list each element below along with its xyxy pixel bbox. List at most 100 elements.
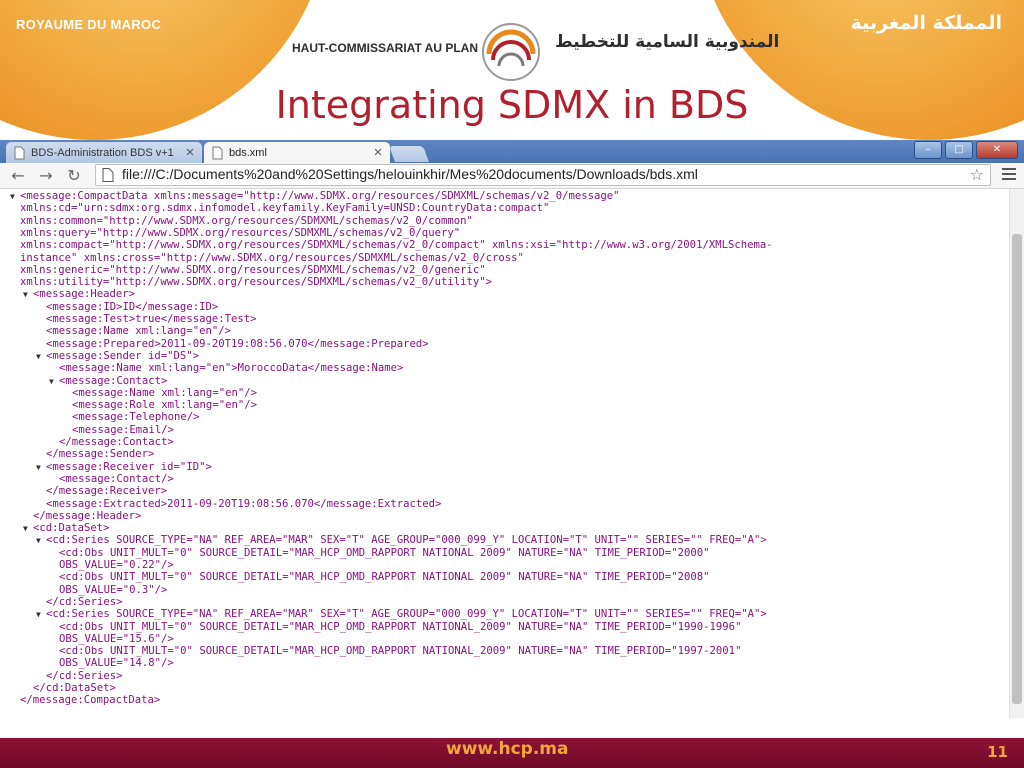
xml-text: OBS_VALUE="15.6"/> [59, 632, 174, 645]
xml-text: <message:Receiver id="ID"> [46, 460, 212, 473]
minimize-button[interactable]: – [914, 141, 942, 159]
xml-text: OBS_VALUE="14.8"/> [59, 657, 174, 670]
xml-text: </message:Sender> [46, 448, 155, 461]
address-url: file:///C:/Documents%20and%20Settings/he… [122, 166, 698, 182]
document-icon [212, 146, 223, 159]
xml-text: <cd:Series SOURCE_TYPE="NA" REF_AREA="MA… [46, 534, 767, 547]
page-number: 11 [987, 743, 1008, 761]
xml-line: OBS_VALUE="14.8"/> [49, 657, 174, 669]
collapse-toggle-icon[interactable]: ▼ [49, 376, 59, 388]
xml-line: ▼ <message:Receiver id="ID"> [36, 461, 212, 473]
xml-text: <message:Name xml:lang="en"/> [46, 325, 231, 338]
xml-line: ▼ <message:CompactData xmlns:message="htt… [10, 190, 620, 202]
xml-line: </message:Contact> [49, 436, 174, 448]
collapse-toggle-icon[interactable]: ▼ [10, 191, 20, 203]
xml-line: <cd:Obs UNIT_MULT="0" SOURCE_DETAIL="MAR… [49, 571, 710, 583]
xml-line: </cd:Series> [36, 670, 123, 682]
maximize-button[interactable]: □ [945, 141, 973, 159]
xml-line: ▼ <cd:Series SOURCE_TYPE="NA" REF_AREA="M… [36, 608, 767, 620]
tab-bar: BDS-Administration BDS v+1 ✕ bds.xml ✕ –… [0, 140, 1024, 163]
xml-text: OBS_VALUE="0.22"/> [59, 559, 174, 571]
xml-text: <cd:DataSet> [33, 522, 110, 535]
xml-line: instance" xmlns:cross="http://www.SDMX.o… [10, 252, 524, 264]
xml-line: </message:Receiver> [36, 485, 167, 497]
xml-text: </message:Header> [33, 509, 142, 522]
xml-text: </cd:DataSet> [33, 682, 116, 694]
xml-text: <message:Sender id="DS"> [46, 349, 200, 362]
collapse-toggle-icon[interactable]: ▼ [36, 535, 46, 547]
collapse-toggle-icon[interactable]: ▼ [36, 351, 46, 363]
xml-text: xmlns:cd="urn:sdmx:org.sdmx.infomodel.ke… [20, 202, 550, 215]
xml-line: </cd:Series> [36, 596, 123, 608]
back-button[interactable]: ← [8, 166, 28, 186]
xml-line: </cd:DataSet> [23, 682, 116, 694]
close-window-button[interactable]: ✕ [976, 141, 1018, 159]
xml-text: instance" xmlns:cross="http://www.SDMX.o… [20, 251, 524, 264]
xml-line: xmlns:generic="http://www.SDMX.org/resou… [10, 264, 486, 276]
xml-text: <message:Name xml:lang="en">MoroccoData<… [59, 362, 404, 375]
xml-line: <message:Telephone/> [62, 411, 200, 423]
xml-line: xmlns:compact="http://www.SDMX.org/resou… [10, 239, 773, 251]
hcp-name-french: HAUT-COMMISSARIAT AU PLAN [292, 41, 478, 55]
xml-line: ▼ <cd:DataSet> [23, 522, 110, 534]
vertical-scrollbar[interactable] [1009, 189, 1024, 718]
xml-line: <cd:Obs UNIT_MULT="0" SOURCE_DETAIL="MAR… [49, 547, 710, 559]
collapse-toggle-icon[interactable]: ▼ [23, 523, 33, 535]
xml-text: </message:Receiver> [46, 485, 168, 498]
xml-line: xmlns:cd="urn:sdmx:org.sdmx.infomodel.ke… [10, 202, 549, 214]
xml-line: </message:Header> [23, 510, 141, 522]
xml-text: <message:Contact> [59, 374, 168, 387]
collapse-toggle-icon[interactable]: ▼ [36, 609, 46, 621]
tab-close-icon[interactable]: ✕ [372, 146, 384, 159]
tab-bds-xml[interactable]: bds.xml ✕ [204, 142, 390, 163]
xml-text: </message:CompactData> [20, 694, 161, 707]
xml-text: xmlns:utility="http://www.SDMX.org/resou… [20, 276, 492, 289]
xml-line: <message:Name xml:lang="en">MoroccoData<… [49, 362, 403, 374]
collapse-toggle-icon[interactable]: ▼ [36, 462, 46, 474]
address-bar[interactable]: file:///C:/Documents%20and%20Settings/he… [95, 164, 991, 186]
xml-line: OBS_VALUE="15.6"/> [49, 633, 174, 645]
xml-text: <cd:Obs UNIT_MULT="0" SOURCE_DETAIL="MAR… [59, 571, 710, 584]
xml-line: ▼ <message:Contact> [49, 375, 167, 387]
browser-toolbar: ← → ↻ file:///C:/Documents%20and%20Setti… [0, 163, 1024, 189]
reload-button[interactable]: ↻ [64, 166, 84, 186]
menu-icon[interactable] [1002, 168, 1016, 182]
xml-text: <message:Extracted>2011-09-20T19:08:56.0… [46, 497, 442, 510]
xml-text: xmlns:compact="http://www.SDMX.org/resou… [20, 239, 773, 252]
tab-bds-administration[interactable]: BDS-Administration BDS v+1 ✕ [6, 142, 202, 163]
xml-text: <message:Role xml:lang="en"/> [72, 399, 257, 412]
slide-header: ROYAUME DU MAROC المملكة المغربية HAUT-C… [0, 0, 1024, 140]
xml-line: xmlns:query="http://www.SDMX.org/resourc… [10, 227, 460, 239]
xml-text: <message:Email/> [72, 423, 175, 436]
scrollbar-thumb[interactable] [1012, 234, 1022, 704]
xml-line: <cd:Obs UNIT_MULT="0" SOURCE_DETAIL="MAR… [49, 621, 741, 633]
xml-line: <message:Name xml:lang="en"/> [36, 325, 231, 337]
xml-text: <cd:Obs UNIT_MULT="0" SOURCE_DETAIL="MAR… [59, 546, 710, 559]
xml-line: <message:ID>ID</message:ID> [36, 301, 218, 313]
slide-footer: www.hcp.ma 11 [0, 738, 1024, 768]
browser-window: BDS-Administration BDS v+1 ✕ bds.xml ✕ –… [0, 140, 1024, 718]
xml-line: ▼ <message:Sender id="DS"> [36, 350, 199, 362]
xml-text: xmlns:query="http://www.SDMX.org/resourc… [20, 226, 461, 239]
forward-button[interactable]: → [36, 166, 56, 186]
xml-line: <cd:Obs UNIT_MULT="0" SOURCE_DETAIL="MAR… [49, 645, 741, 657]
hcp-logo-icon [482, 23, 540, 81]
xml-line: <message:Email/> [62, 424, 174, 436]
xml-text: OBS_VALUE="0.3"/> [59, 583, 168, 596]
slide-title: Integrating SDMX in BDS [275, 83, 749, 127]
xml-text: <message:CompactData xmlns:message="http… [20, 190, 620, 202]
xml-text: <message:Name xml:lang="en"/> [72, 386, 257, 399]
hcp-name-arabic: المندوبية السامية للتخطيط [555, 32, 780, 52]
tab-close-icon[interactable]: ✕ [184, 146, 196, 159]
xml-line: <message:Test>true</message:Test> [36, 313, 256, 325]
tab-label: bds.xml [229, 146, 267, 159]
xml-line: xmlns:utility="http://www.SDMX.org/resou… [10, 276, 492, 288]
xml-text: </cd:Series> [46, 595, 123, 608]
collapse-toggle-icon[interactable]: ▼ [23, 289, 33, 301]
new-tab-button[interactable] [389, 146, 429, 162]
xml-line: OBS_VALUE="0.3"/> [49, 584, 167, 596]
bookmark-star-icon[interactable]: ☆ [970, 165, 984, 184]
xml-line: xmlns:common="http://www.SDMX.org/resour… [10, 215, 473, 227]
kingdom-name-arabic: المملكة المغربية [850, 12, 1002, 34]
xml-text: xmlns:common="http://www.SDMX.org/resour… [20, 214, 473, 227]
